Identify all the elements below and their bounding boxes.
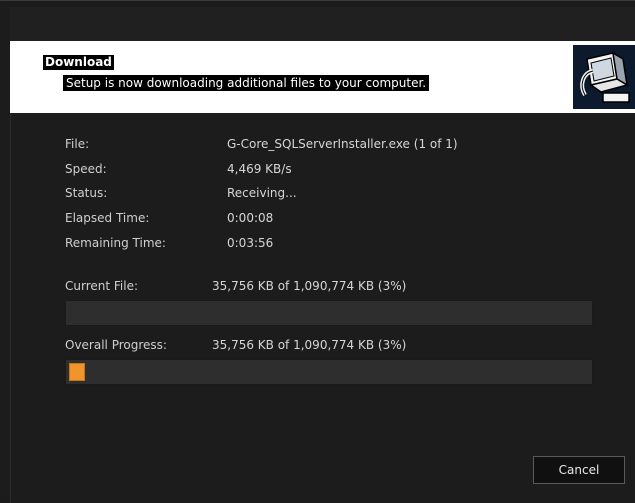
status-label: Status: xyxy=(65,186,108,200)
speed-value: 4,469 KB/s xyxy=(227,162,292,176)
overall-progress-label: Overall Progress: xyxy=(65,338,167,352)
current-file-value: 35,756 KB of 1,090,774 KB (3%) xyxy=(212,279,407,293)
overall-progress-bar xyxy=(65,359,593,385)
header-title: Download xyxy=(43,55,114,70)
file-value: G-Core_SQLServerInstaller.exe (1 of 1) xyxy=(227,137,458,151)
content-area: File: G-Core_SQLServerInstaller.exe (1 o… xyxy=(10,113,635,503)
overall-progress-fill xyxy=(69,363,85,381)
speed-label: Speed: xyxy=(65,162,107,176)
header-panel: Download Setup is now downloading additi… xyxy=(10,41,635,114)
download-dialog: Download Setup is now downloading additi… xyxy=(0,0,635,503)
title-bar[interactable] xyxy=(10,7,635,41)
elapsed-time-label: Elapsed Time: xyxy=(65,211,150,225)
computer-install-icon xyxy=(573,45,635,109)
current-file-label: Current File: xyxy=(65,279,139,293)
file-label: File: xyxy=(65,137,90,151)
header-subtitle: Setup is now downloading additional file… xyxy=(63,75,430,91)
remaining-time-label: Remaining Time: xyxy=(65,236,166,250)
cancel-button[interactable]: Cancel xyxy=(533,456,625,484)
overall-progress-value: 35,756 KB of 1,090,774 KB (3%) xyxy=(212,338,407,352)
status-value: Receiving... xyxy=(227,186,297,200)
current-file-progress-bar xyxy=(65,300,593,326)
elapsed-time-value: 0:00:08 xyxy=(227,211,274,225)
remaining-time-value: 0:03:56 xyxy=(227,236,274,250)
